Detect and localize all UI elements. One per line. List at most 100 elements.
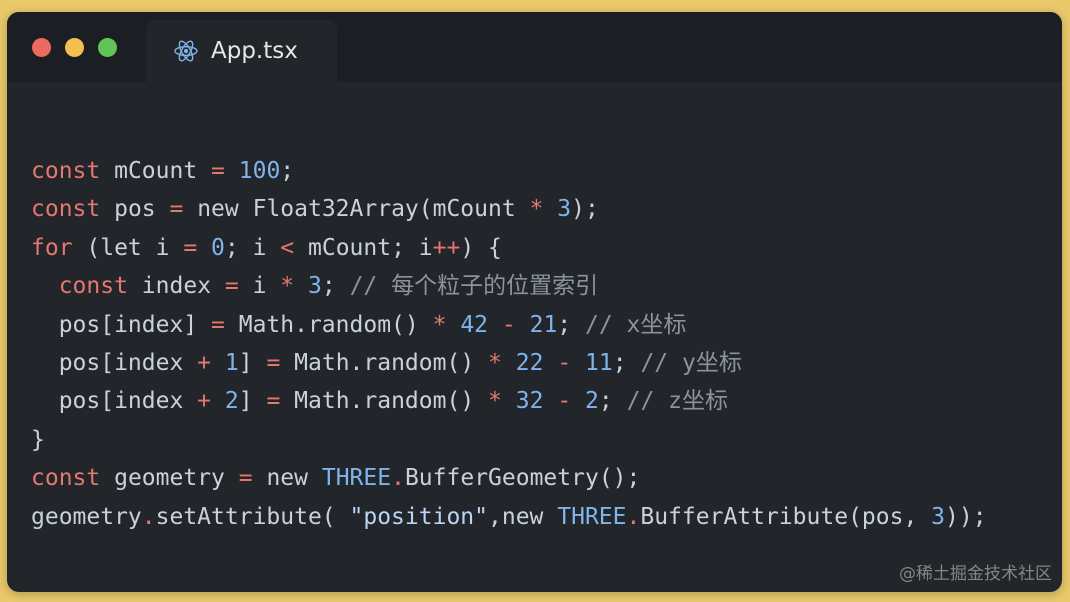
code-line: for (let i = 0; i < mCount; i++) { (31, 229, 987, 267)
code-line: const pos = new Float32Array(mCount * 3)… (31, 190, 987, 228)
code-token: = (238, 465, 253, 492)
watermark: @稀土掘金技术社区 (899, 564, 1052, 584)
code-token: Math.random() (224, 311, 433, 338)
code-token: - (501, 311, 516, 338)
code-token: BufferGeometry(); (404, 465, 641, 492)
code-token: * (488, 388, 502, 415)
code-token: 21 (529, 311, 558, 338)
code-token: 0 (211, 234, 225, 261)
code-token: ; (612, 349, 641, 376)
code-token: 3 (308, 273, 322, 300)
code-token: mCount; i (294, 234, 433, 261)
code-token: 3 (557, 196, 572, 223)
code-token: ; (598, 388, 627, 415)
code-token: * (529, 196, 544, 223)
code-line: const index = i * 3; // 每个粒子的位置索引 (31, 267, 987, 305)
code-token: 100 (238, 158, 281, 184)
code-token: ,new (488, 503, 558, 530)
code-token: ] (238, 349, 267, 376)
code-token: (let i (72, 234, 184, 261)
code-token: * (280, 273, 295, 300)
code-token: const (31, 158, 101, 184)
code-token: 42 (460, 311, 489, 338)
code-line: const geometry = new THREE.BufferGeometr… (31, 459, 987, 497)
code-token: THREE (557, 503, 627, 530)
code-token: mCount (100, 158, 212, 184)
code-token: const (31, 196, 101, 223)
code-block: const mCount = 100; const pos = new Float… (31, 152, 987, 536)
react-icon (173, 38, 199, 64)
code-token: new Float32Array(mCount (183, 196, 530, 223)
code-token: geometry (31, 503, 142, 530)
code-token: . (141, 503, 156, 530)
code-token: BufferAttribute(pos, (640, 503, 932, 530)
code-token: Math.random() (280, 388, 489, 415)
code-token: ; (321, 273, 350, 300)
code-token: 32 (515, 388, 544, 415)
code-token: pos[index] (31, 311, 212, 338)
code-token: ++ (432, 234, 461, 261)
code-token: for (31, 234, 73, 261)
code-token: = (266, 349, 281, 376)
code-token: } (31, 426, 45, 453)
code-token: + (197, 349, 212, 376)
code-token: ] (238, 388, 267, 415)
code-token: ) { (460, 234, 502, 261)
code-token: // 每个粒子的位置索引 (349, 273, 599, 300)
code-token: 11 (585, 349, 613, 376)
minimize-button[interactable] (65, 38, 84, 57)
close-button[interactable] (32, 38, 51, 57)
zoom-button[interactable] (98, 38, 117, 57)
code-line: pos[index + 1] = Math.random() * 22 - 11… (31, 344, 987, 382)
code-token: "position" (349, 503, 488, 530)
code-token: . (391, 465, 405, 492)
code-token: pos[index (31, 388, 198, 415)
code-line: pos[index + 2] = Math.random() * 32 - 2;… (31, 382, 987, 420)
code-token: = (183, 234, 198, 261)
code-window: App.tsx const mCount = 100; const pos = n… (7, 12, 1062, 592)
code-token: < (280, 234, 295, 261)
tab-label: App.tsx (211, 38, 298, 64)
code-token: const (58, 273, 128, 300)
code-token: 2 (224, 388, 239, 415)
code-token: // z坐标 (626, 388, 728, 415)
tab-app-tsx[interactable]: App.tsx (146, 20, 337, 82)
code-token: setAttribute( (155, 503, 350, 530)
title-bar: App.tsx (7, 12, 1062, 82)
code-token: i (238, 273, 281, 300)
code-line: const mCount = 100; (31, 152, 987, 190)
code-token: = (211, 311, 225, 338)
code-line: } (31, 421, 987, 459)
code-token: )); (945, 503, 987, 530)
code-token: ); (571, 196, 599, 223)
code-token: = (266, 388, 281, 415)
code-token: 3 (931, 503, 946, 530)
code-token: pos (100, 196, 170, 223)
code-token: // x坐标 (585, 311, 687, 338)
code-token: - (557, 349, 572, 376)
code-token: index (127, 273, 225, 300)
code-token: = (211, 158, 225, 184)
code-token: = (224, 273, 239, 300)
code-token: Math.random() (280, 349, 489, 376)
code-token: geometry (100, 465, 239, 492)
code-token: . (626, 503, 641, 530)
code-token: ; (280, 158, 295, 184)
code-token: pos[index (31, 349, 198, 376)
code-token: // y坐标 (640, 349, 742, 376)
code-line: geometry.setAttribute( "position",new TH… (31, 498, 987, 536)
